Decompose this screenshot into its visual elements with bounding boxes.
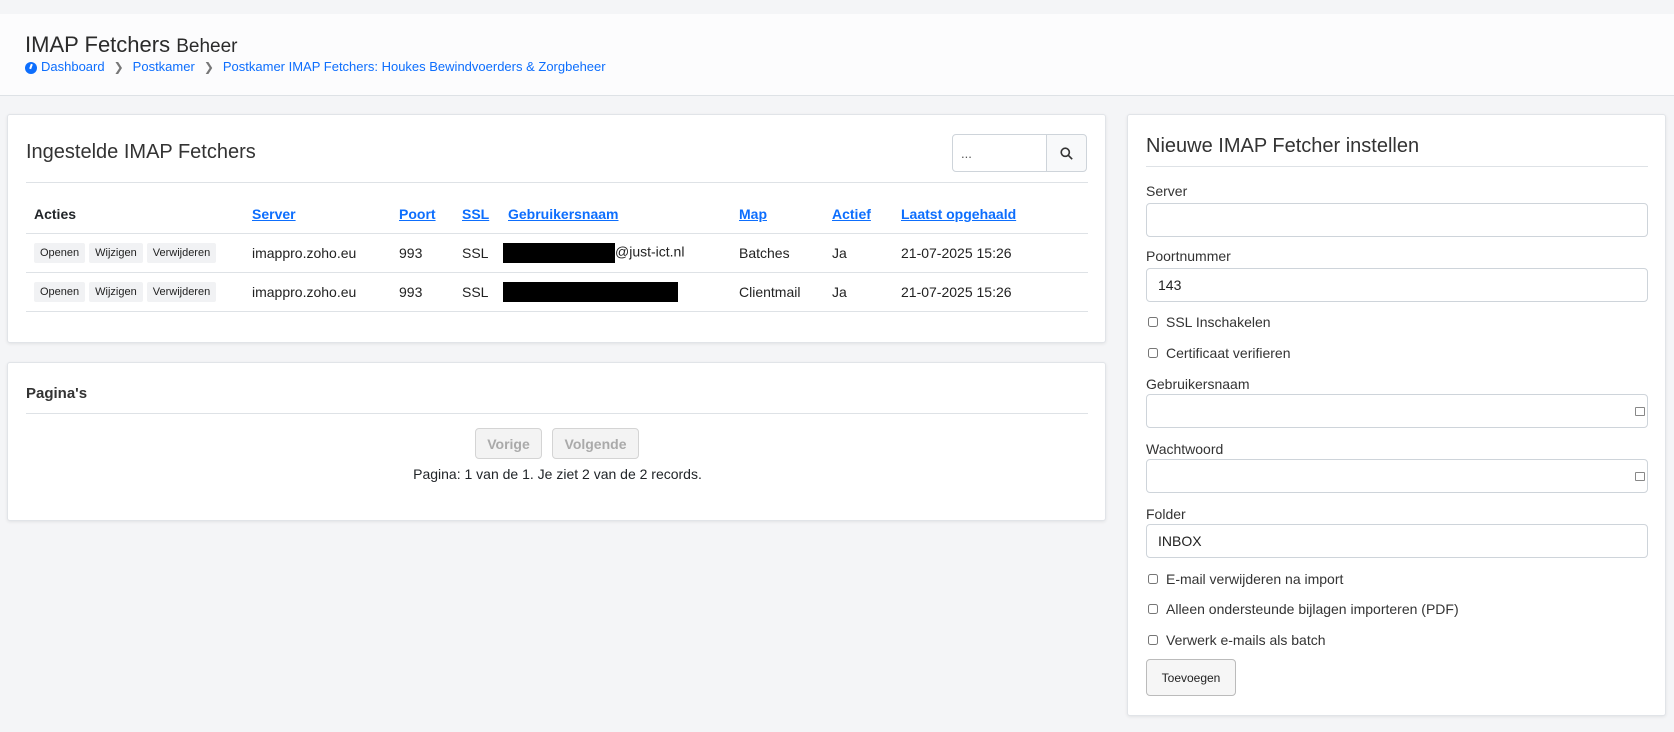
cell-username	[500, 272, 731, 312]
row-actions: Openen Wijzigen Verwijderen	[26, 233, 244, 273]
cell-active: Ja	[824, 233, 893, 273]
col-ssl[interactable]: SSL	[454, 195, 500, 234]
port-input[interactable]	[1146, 268, 1648, 302]
breadcrumb: Dashboard ❯ Postkamer ❯ Postkamer IMAP F…	[25, 59, 606, 74]
col-actief[interactable]: Actief	[824, 195, 893, 234]
sort-actief-link[interactable]: Actief	[832, 206, 871, 222]
verify-certificate-checkbox[interactable]	[1148, 348, 1158, 358]
fetchers-list-title: Ingestelde IMAP Fetchers	[26, 141, 256, 163]
password-input[interactable]	[1146, 459, 1648, 493]
search-button[interactable]	[1046, 134, 1087, 172]
username-suffix: @just-ict.nl	[615, 243, 685, 260]
col-gebruikersnaam[interactable]: Gebruikersnaam	[500, 195, 731, 234]
breadcrumb-dashboard[interactable]: Dashboard	[41, 59, 105, 74]
page-header: IMAP Fetchers Beheer Dashboard ❯ Postkam…	[0, 14, 1674, 96]
cell-port: 993	[391, 272, 454, 312]
folder-input[interactable]	[1146, 524, 1648, 558]
next-page-button[interactable]: Volgende	[552, 428, 639, 459]
verify-checkbox-row[interactable]: Certificaat verifieren	[1146, 345, 1291, 361]
divider	[26, 413, 1088, 414]
port-label: Poortnummer	[1146, 248, 1231, 264]
sort-server-link[interactable]: Server	[252, 206, 296, 222]
chevron-right-icon: ❯	[203, 59, 214, 74]
pagination-title: Pagina's	[26, 385, 88, 402]
delete-button[interactable]: Verwijderen	[146, 281, 217, 302]
fetchers-list-card: Ingestelde IMAP Fetchers Acties Server P…	[7, 114, 1106, 343]
edit-button[interactable]: Wijzigen	[89, 242, 143, 263]
row-actions: Openen Wijzigen Verwijderen	[26, 272, 244, 312]
sort-gebruikersnaam-link[interactable]: Gebruikersnaam	[508, 206, 619, 222]
form-title: Nieuwe IMAP Fetcher instellen	[1146, 135, 1420, 157]
new-fetcher-card: Nieuwe IMAP Fetcher instellen Server Poo…	[1127, 114, 1666, 716]
table-header-row: Acties Server Poort SSL Gebruikersnaam M…	[26, 195, 1088, 234]
page-title-main: IMAP Fetchers	[25, 32, 171, 57]
add-button[interactable]: Toevoegen	[1146, 659, 1236, 696]
page-title: IMAP Fetchers Beheer	[25, 32, 238, 58]
breadcrumb-imap-fetchers[interactable]: Postkamer IMAP Fetchers: Houkes Bewindvo…	[223, 59, 606, 74]
cell-map: Clientmail	[731, 272, 824, 312]
sort-laatst-opgehaald-link[interactable]: Laatst opgehaald	[901, 206, 1016, 222]
only-supported-attachments-checkbox[interactable]	[1148, 604, 1158, 614]
batch-checkbox-row[interactable]: Verwerk e-mails als batch	[1146, 632, 1326, 648]
cell-server: imappro.zoho.eu	[244, 272, 391, 312]
delete-after-import-checkbox[interactable]	[1148, 574, 1158, 584]
dashboard-icon	[25, 61, 37, 74]
supported-checkbox-row[interactable]: Alleen ondersteunde bijlagen importeren …	[1146, 601, 1459, 617]
col-laatst-opgehaald[interactable]: Laatst opgehaald	[893, 195, 1088, 234]
cell-last-fetched: 21-07-2025 15:26	[893, 233, 1088, 273]
server-input[interactable]	[1146, 203, 1648, 237]
ssl-checkbox[interactable]	[1148, 317, 1158, 327]
open-button[interactable]: Openen	[34, 281, 86, 302]
edit-button[interactable]: Wijzigen	[89, 281, 143, 302]
folder-label: Folder	[1146, 506, 1186, 522]
sort-ssl-link[interactable]: SSL	[462, 206, 489, 222]
col-server[interactable]: Server	[244, 195, 391, 234]
search-input[interactable]	[952, 134, 1047, 172]
verify-checkbox-label: Certificaat verifieren	[1166, 345, 1291, 361]
sort-map-link[interactable]: Map	[739, 206, 767, 222]
cell-active: Ja	[824, 272, 893, 312]
cell-ssl: SSL	[454, 233, 500, 273]
cell-username: @just-ict.nl	[500, 233, 731, 273]
sort-poort-link[interactable]: Poort	[399, 206, 436, 222]
fetchers-table: Acties Server Poort SSL Gebruikersnaam M…	[26, 195, 1088, 312]
col-poort[interactable]: Poort	[391, 195, 454, 234]
table-row: Openen Wijzigen Verwijderen imappro.zoho.e…	[26, 272, 1088, 312]
search-icon	[1060, 146, 1073, 160]
cell-ssl: SSL	[454, 272, 500, 312]
autofill-key-icon[interactable]	[1635, 472, 1645, 481]
table-row: Openen Wijzigen Verwijderen imappro.zoho.e…	[26, 233, 1088, 273]
divider	[1146, 166, 1648, 167]
delete-checkbox-row[interactable]: E-mail verwijderen na import	[1146, 571, 1343, 587]
col-map[interactable]: Map	[731, 195, 824, 234]
autofill-key-icon[interactable]	[1635, 407, 1645, 416]
pagination-card: Pagina's Vorige Volgende Pagina: 1 van d…	[7, 362, 1106, 521]
ssl-checkbox-label: SSL Inschakelen	[1166, 314, 1271, 330]
redacted-block	[503, 281, 678, 302]
supported-checkbox-label: Alleen ondersteunde bijlagen importeren …	[1166, 601, 1459, 617]
cell-port: 993	[391, 233, 454, 273]
password-label: Wachtwoord	[1146, 441, 1224, 457]
page-title-sub: Beheer	[176, 36, 238, 57]
divider	[26, 182, 1088, 183]
open-button[interactable]: Openen	[34, 242, 86, 263]
server-label: Server	[1146, 183, 1188, 199]
chevron-right-icon: ❯	[113, 59, 124, 74]
ssl-checkbox-row[interactable]: SSL Inschakelen	[1146, 314, 1271, 330]
delete-button[interactable]: Verwijderen	[146, 242, 217, 263]
cell-server: imappro.zoho.eu	[244, 233, 391, 273]
cell-last-fetched: 21-07-2025 15:26	[893, 272, 1088, 312]
username-label: Gebruikersnaam	[1146, 376, 1250, 392]
delete-checkbox-label: E-mail verwijderen na import	[1166, 571, 1344, 587]
col-acties: Acties	[26, 195, 244, 234]
username-input[interactable]	[1146, 394, 1648, 428]
batch-checkbox-label: Verwerk e-mails als batch	[1166, 632, 1326, 648]
pagination-info: Pagina: 1 van de 1. Je ziet 2 van de 2 r…	[413, 466, 702, 482]
breadcrumb-postkamer[interactable]: Postkamer	[133, 59, 195, 74]
redacted-block	[503, 242, 615, 263]
process-as-batch-checkbox[interactable]	[1148, 635, 1158, 645]
cell-map: Batches	[731, 233, 824, 273]
prev-page-button[interactable]: Vorige	[475, 428, 542, 459]
